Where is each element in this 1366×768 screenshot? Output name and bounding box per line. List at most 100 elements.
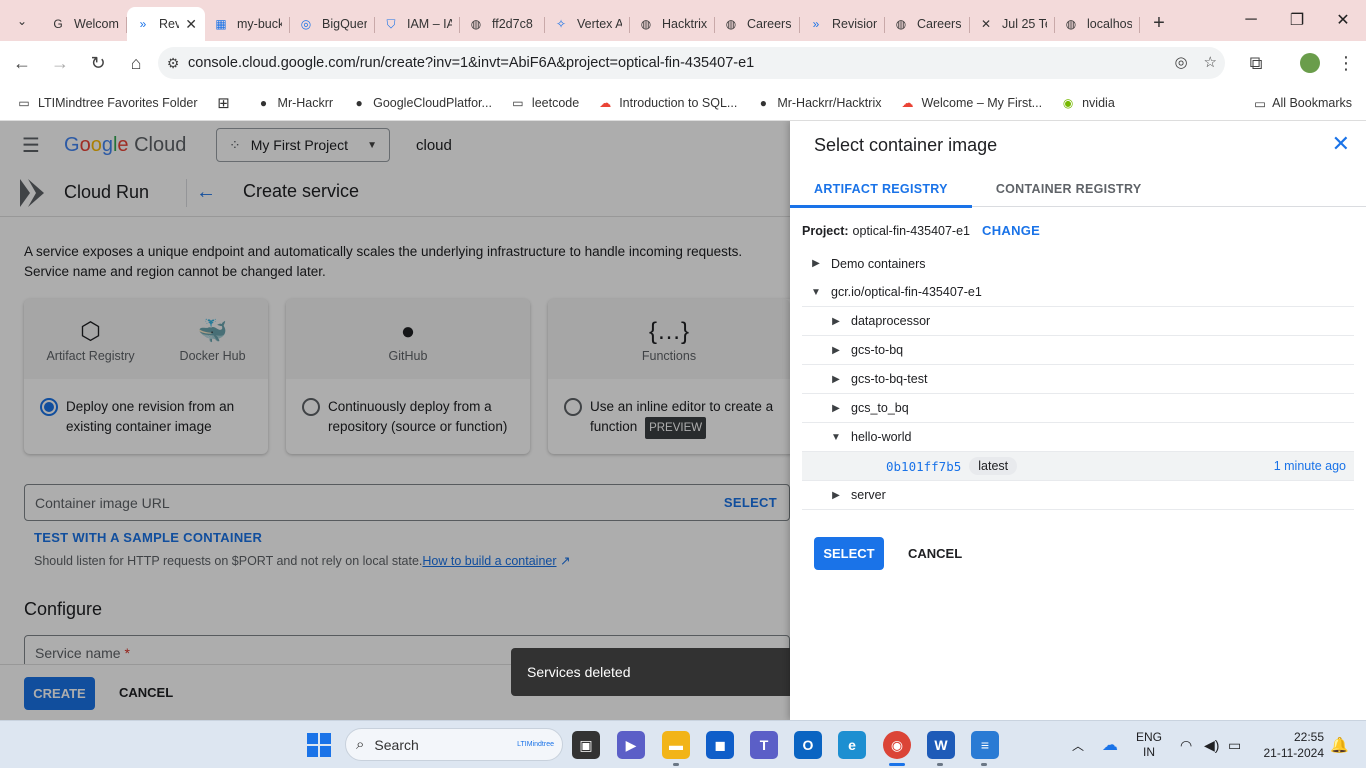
change-project-button[interactable]: CHANGE (982, 223, 1040, 238)
url-text[interactable]: console.cloud.google.com/run/create?inv=… (188, 55, 754, 71)
github-favicon-icon: ◍ (725, 17, 737, 31)
image-version-row[interactable]: 0b101ff7b5 latest 1 minute ago (802, 452, 1354, 481)
bookmark-label: LTIMindtree Favorites Folder (38, 95, 198, 110)
store-icon[interactable]: ◼ (706, 731, 734, 759)
volume-icon[interactable]: ◀) (1204, 721, 1219, 768)
tree-node-repo[interactable]: ▶ gcs-to-bq (802, 336, 1354, 365)
tree-node-repo[interactable]: ▶ dataprocessor (802, 307, 1354, 336)
all-bookmarks[interactable]: ▭ All Bookmarks (1254, 85, 1352, 121)
tab-search-dropdown-icon[interactable]: ⌄ (6, 5, 38, 37)
tree-node-repo[interactable]: ▶ gcs-to-bq-test (802, 365, 1354, 394)
browser-tab[interactable]: » Revisions (800, 7, 885, 41)
tree-node-repo[interactable]: ▶ server (802, 481, 1354, 510)
avatar[interactable] (1292, 45, 1328, 81)
window-close-icon[interactable]: ✕ (1320, 0, 1366, 40)
bookmark-item[interactable]: ◉ nvidia (1060, 95, 1115, 111)
notification-bell-icon[interactable]: 🔔 (1330, 721, 1349, 768)
language-indicator[interactable]: ENG IN (1136, 721, 1162, 768)
expand-right-icon[interactable]: ▶ (831, 403, 841, 414)
browser-tab[interactable]: ✕ Jul 25 Teams (970, 7, 1055, 41)
notepad-icon[interactable]: ≡ (971, 731, 999, 759)
bookmark-item[interactable]: ● Mr-Hackrr (256, 95, 334, 111)
bookmark-item[interactable]: ☁ Introduction to SQL... (597, 95, 737, 111)
eye-off-icon[interactable]: ◎ (1174, 53, 1187, 71)
onedrive-icon[interactable]: ☁ (1102, 721, 1118, 768)
bookmark-label: leetcode (531, 95, 580, 110)
bookmark-item[interactable]: ● GoogleCloudPlatfor... (351, 95, 491, 111)
image-digest[interactable]: 0b101ff7b5 (886, 459, 961, 474)
omnibox[interactable]: ⚙ console.cloud.google.com/run/create?in… (158, 47, 1225, 79)
windows-start-icon[interactable] (307, 733, 331, 757)
bookmark-item[interactable]: ▭ leetcode (510, 95, 579, 111)
tree-label: gcs-to-bq (851, 343, 904, 357)
select-button[interactable]: SELECT (814, 537, 884, 570)
minimize-icon[interactable]: ─ (1228, 0, 1274, 40)
browser-tab[interactable]: G Welcome (42, 7, 127, 41)
site-info-icon[interactable]: ⚙ (158, 55, 188, 72)
panel-cancel-button[interactable]: CANCEL (908, 546, 962, 561)
expand-right-icon[interactable]: ▶ (831, 316, 841, 327)
browser-tab[interactable]: ✧ Vertex AI (545, 7, 630, 41)
tree-node-repo[interactable]: ▶ gcs_to_bq (802, 394, 1354, 423)
modal-scrim[interactable] (0, 121, 790, 720)
chevron-up-icon[interactable]: ︿ (1072, 721, 1084, 768)
menu-kebab-icon[interactable]: ⋮ (1328, 45, 1364, 81)
expand-right-icon[interactable]: ▶ (811, 258, 821, 269)
teams-icon[interactable]: T (750, 731, 778, 759)
tree-node[interactable]: ▶ Demo containers (802, 249, 1354, 278)
system-clock[interactable]: 22:55 21-11-2024 (1264, 729, 1325, 761)
bookmark-star-icon[interactable]: ☆ (1204, 53, 1217, 71)
tab-title: BigQuery (322, 17, 367, 31)
region-text: IN (1143, 745, 1155, 759)
browser-tab[interactable]: ⛉ IAM – IAM (375, 7, 460, 41)
edge-icon[interactable]: e (838, 731, 866, 759)
chrome-icon[interactable]: ◉ (883, 731, 911, 759)
task-view-icon[interactable]: ▣ (572, 731, 600, 759)
file-explorer-icon[interactable]: ▬ (662, 731, 690, 759)
browser-tab[interactable]: ◍ Hacktrix (630, 7, 715, 41)
iam-favicon-icon: ⛉ (386, 16, 396, 31)
teams-meet-icon[interactable]: ▶ (617, 731, 645, 759)
bookmark-item[interactable]: ● Mr-Hackrr/Hacktrix (755, 95, 882, 111)
restore-icon[interactable]: ❐ (1274, 0, 1320, 40)
tab-artifact-registry[interactable]: ARTIFACT REGISTRY (790, 171, 972, 208)
cloud-icon: ☁ (901, 95, 914, 110)
tree-label: dataprocessor (851, 314, 931, 328)
collapse-down-icon[interactable]: ▼ (831, 432, 841, 443)
browser-tab-active[interactable]: » Revisions ✕ (127, 7, 205, 41)
reload-icon[interactable]: ↻ (80, 45, 116, 81)
browser-tab[interactable]: ◍ ff2d7c8 (460, 7, 545, 41)
select-container-image-panel: Select container image ✕ ARTIFACT REGIST… (790, 121, 1366, 720)
bookmark-apps[interactable]: ⊞ (216, 95, 238, 112)
close-icon[interactable]: ✕ (1332, 131, 1350, 157)
forward-icon[interactable]: → (42, 45, 78, 81)
browser-tab[interactable]: ◎ BigQuery (290, 7, 375, 41)
bookmark-item[interactable]: ▭ LTIMindtree Favorites Folder (16, 95, 198, 111)
tree-node-repo[interactable]: ▼ hello-world (802, 423, 1354, 452)
bookmark-label: Mr-Hackrr (277, 95, 334, 110)
browser-tab[interactable]: ◍ Careers (885, 7, 970, 41)
wifi-icon[interactable]: ◠ (1180, 721, 1192, 768)
outlook-icon[interactable]: O (794, 731, 822, 759)
expand-right-icon[interactable]: ▶ (831, 374, 841, 385)
tree-node[interactable]: ▼ gcr.io/optical-fin-435407-e1 (802, 278, 1354, 307)
expand-right-icon[interactable]: ▶ (831, 345, 841, 356)
back-icon[interactable]: ← (4, 45, 40, 81)
tab-title: my-bucket (237, 17, 282, 31)
expand-right-icon[interactable]: ▶ (831, 490, 841, 501)
collapse-down-icon[interactable]: ▼ (811, 287, 821, 298)
bookmark-label: Mr-Hackrr/Hacktrix (777, 95, 882, 110)
bookmark-item[interactable]: ☁ Welcome – My First... (899, 95, 1042, 111)
home-icon[interactable]: ⌂ (118, 45, 154, 81)
nvidia-icon: ◉ (1062, 95, 1074, 110)
browser-tab[interactable]: ▦ my-bucket (205, 7, 290, 41)
tab-container-registry[interactable]: CONTAINER REGISTRY (972, 171, 1166, 207)
browser-tab[interactable]: ◍ localhost (1055, 7, 1140, 41)
battery-icon[interactable]: ▭ (1228, 721, 1241, 768)
browser-tab[interactable]: ◍ Careers (715, 7, 800, 41)
extensions-icon[interactable]: ⧉ (1238, 45, 1274, 81)
taskbar-search[interactable]: ⌕ Search LTIMindtree (345, 728, 563, 761)
word-icon[interactable]: W (927, 731, 955, 759)
new-tab-icon[interactable]: + (1144, 7, 1174, 39)
tab-close-icon[interactable]: ✕ (185, 16, 197, 33)
